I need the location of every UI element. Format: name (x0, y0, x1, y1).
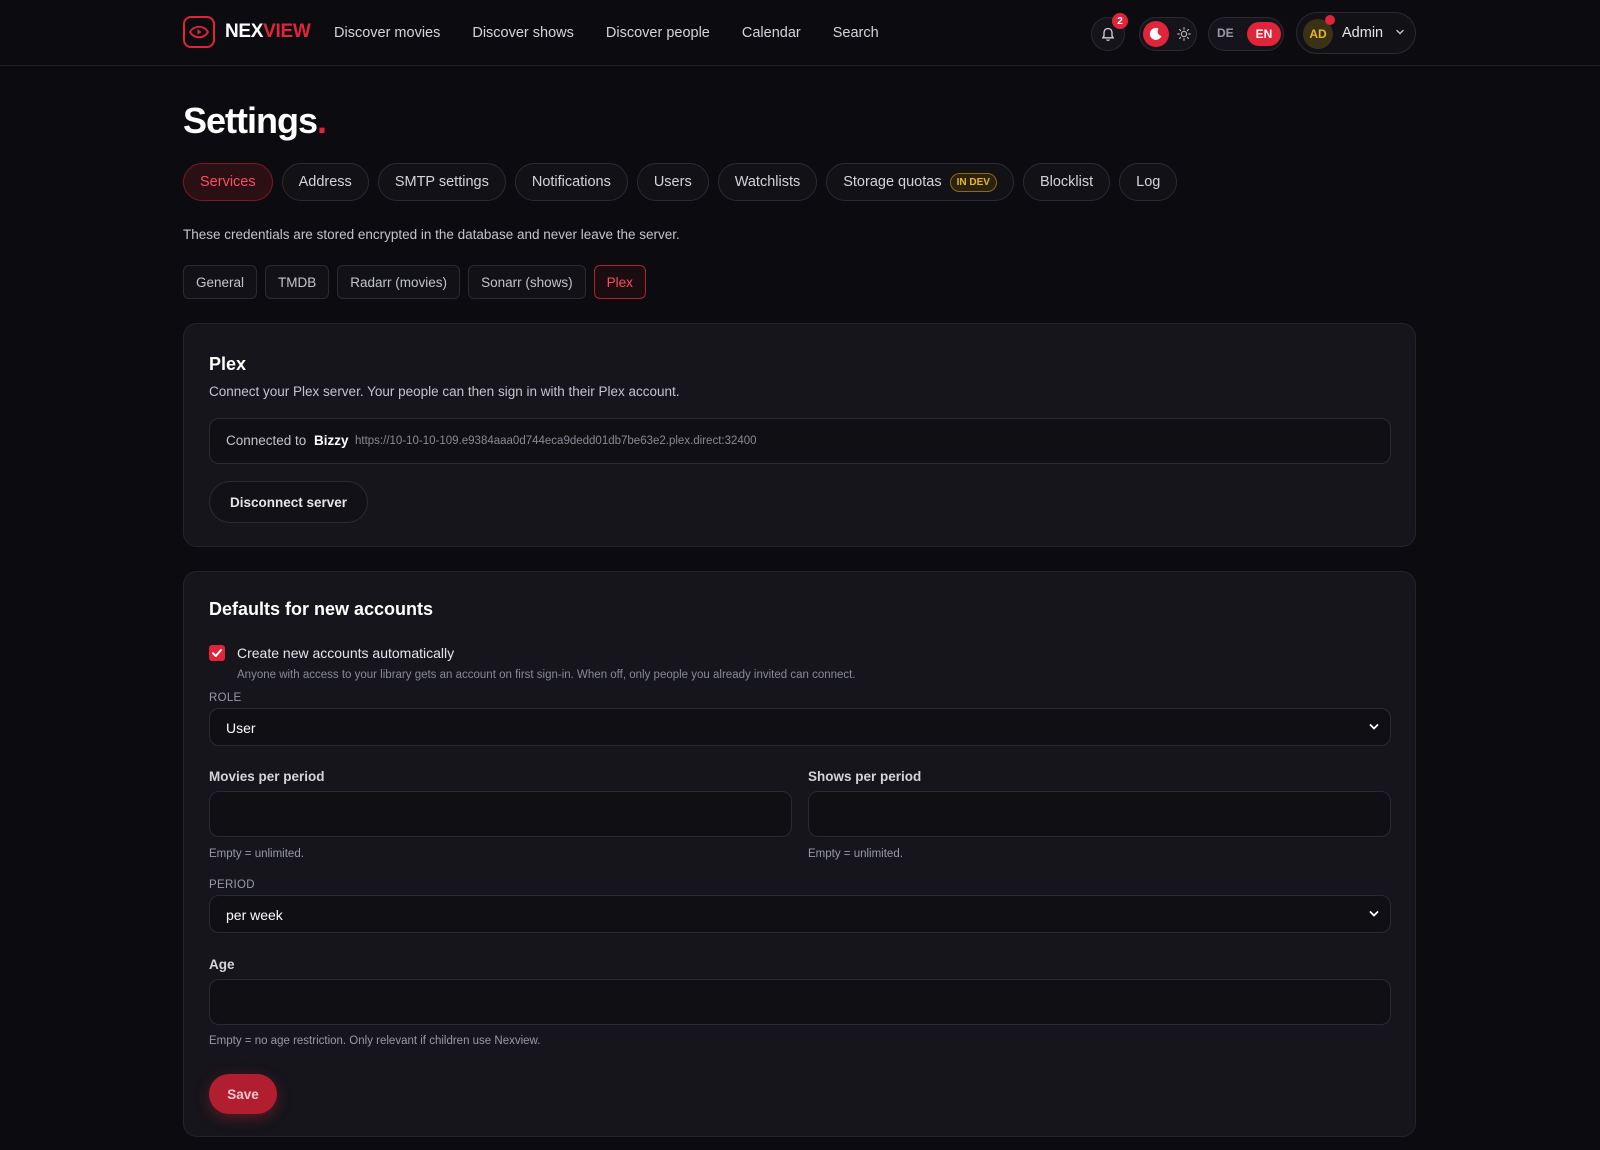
shows-per-period-input[interactable] (808, 791, 1391, 837)
auto-create-help: Anyone with access to your library gets … (237, 669, 856, 681)
period-select[interactable]: per week (209, 895, 1391, 933)
tab-blocklist[interactable]: Blocklist (1022, 163, 1111, 201)
brand-name: NEXVIEW (225, 21, 311, 43)
page-title-dot: . (317, 100, 327, 141)
tab-log[interactable]: Log (1119, 163, 1178, 201)
avatar-status-dot (1325, 15, 1335, 25)
tab-address[interactable]: Address (281, 163, 369, 201)
notification-count-badge: 2 (1112, 13, 1128, 29)
plex-card: Plex Connect your Plex server. Your peop… (183, 323, 1416, 547)
moon-icon[interactable] (1143, 21, 1169, 47)
role-label: ROLE (209, 692, 242, 704)
tab-notifications[interactable]: Notifications (514, 163, 628, 201)
tab-smtp-settings[interactable]: SMTP settings (377, 163, 506, 201)
subtab-general[interactable]: General (183, 265, 258, 299)
subtab-radarr[interactable]: Radarr (movies) (337, 265, 461, 299)
connected-label: Connected to (226, 433, 307, 448)
period-select-value: per week (226, 907, 283, 923)
main-nav: Discover movies Discover shows Discover … (334, 0, 911, 66)
role-select[interactable]: User (209, 708, 1391, 746)
movies-per-period-help: Empty = unlimited. (209, 848, 304, 860)
plex-connection-status: Connected to Bizzy https://10-10-10-109.… (209, 418, 1391, 464)
age-input[interactable] (209, 979, 1391, 1025)
lang-en-option[interactable]: EN (1247, 22, 1281, 46)
tab-storage-quotas-label: Storage quotas (843, 174, 942, 190)
save-button[interactable]: Save (209, 1074, 277, 1114)
user-name: Admin (1342, 25, 1384, 41)
nav-discover-people[interactable]: Discover people (606, 25, 710, 41)
disconnect-server-button[interactable]: Disconnect server (209, 481, 369, 523)
plex-card-title: Plex (209, 354, 247, 374)
defaults-card-title: Defaults for new accounts (209, 599, 434, 619)
nav-discover-shows[interactable]: Discover shows (472, 25, 574, 41)
plex-server-url: https://10-10-10-109.e9384aaa0d744eca9de… (355, 435, 757, 447)
chevron-down-icon (1396, 29, 1404, 35)
header-actions: 2 DE EN AD Admin (1000, 0, 1600, 66)
chevron-down-icon (1369, 911, 1379, 917)
subtab-sonarr[interactable]: Sonarr (shows) (468, 265, 586, 299)
defaults-card: Defaults for new accounts Create new acc… (183, 571, 1416, 1137)
movies-per-period-input[interactable] (209, 791, 792, 837)
shows-per-period-help: Empty = unlimited. (808, 848, 903, 860)
plex-card-description: Connect your Plex server. Your people ca… (209, 384, 680, 399)
bell-icon (1101, 27, 1115, 41)
chevron-down-icon (1369, 724, 1379, 730)
top-navigation-bar: NEXVIEW Discover movies Discover shows D… (0, 0, 1600, 66)
shows-per-period-label: Shows per period (808, 769, 922, 784)
page-title-text: Settings (183, 100, 318, 141)
period-label: PERIOD (209, 879, 255, 891)
brand-logo[interactable]: NEXVIEW (183, 16, 311, 48)
movies-per-period-label: Movies per period (209, 769, 325, 784)
nav-discover-movies[interactable]: Discover movies (334, 25, 440, 41)
nav-calendar[interactable]: Calendar (742, 25, 801, 41)
auto-create-checkbox[interactable] (209, 645, 225, 661)
tab-services[interactable]: Services (183, 163, 273, 201)
role-select-value: User (226, 720, 256, 736)
brand-name-part2: VIEW (263, 21, 311, 42)
age-help: Empty = no age restriction. Only relevan… (209, 1035, 541, 1047)
plex-server-name: Bizzy (314, 433, 349, 448)
tab-users[interactable]: Users (636, 163, 709, 201)
nav-search[interactable]: Search (833, 25, 879, 41)
page-title: Settings. (183, 100, 327, 142)
in-dev-badge: IN DEV (949, 172, 997, 192)
subtab-plex[interactable]: Plex (593, 265, 646, 299)
checkmark-icon (212, 649, 222, 657)
lang-de-option[interactable]: DE (1217, 26, 1234, 40)
age-label: Age (209, 957, 235, 972)
brand-name-part1: NEX (225, 21, 264, 42)
settings-tabs: Services Address SMTP settings Notificat… (183, 163, 1186, 201)
auto-create-label[interactable]: Create new accounts automatically (237, 645, 454, 661)
service-subtabs: General TMDB Radarr (movies) Sonarr (sho… (183, 265, 654, 299)
eye-play-icon (183, 16, 215, 48)
theme-toggle[interactable] (1139, 17, 1197, 51)
credentials-note: These credentials are stored encrypted i… (183, 227, 680, 242)
sun-icon[interactable] (1172, 22, 1196, 46)
tab-storage-quotas[interactable]: Storage quotas IN DEV (826, 163, 1014, 201)
subtab-tmdb[interactable]: TMDB (265, 265, 330, 299)
language-switcher: DE EN (1208, 17, 1284, 51)
tab-watchlists[interactable]: Watchlists (717, 163, 818, 201)
user-menu-button[interactable]: AD Admin (1296, 12, 1416, 54)
